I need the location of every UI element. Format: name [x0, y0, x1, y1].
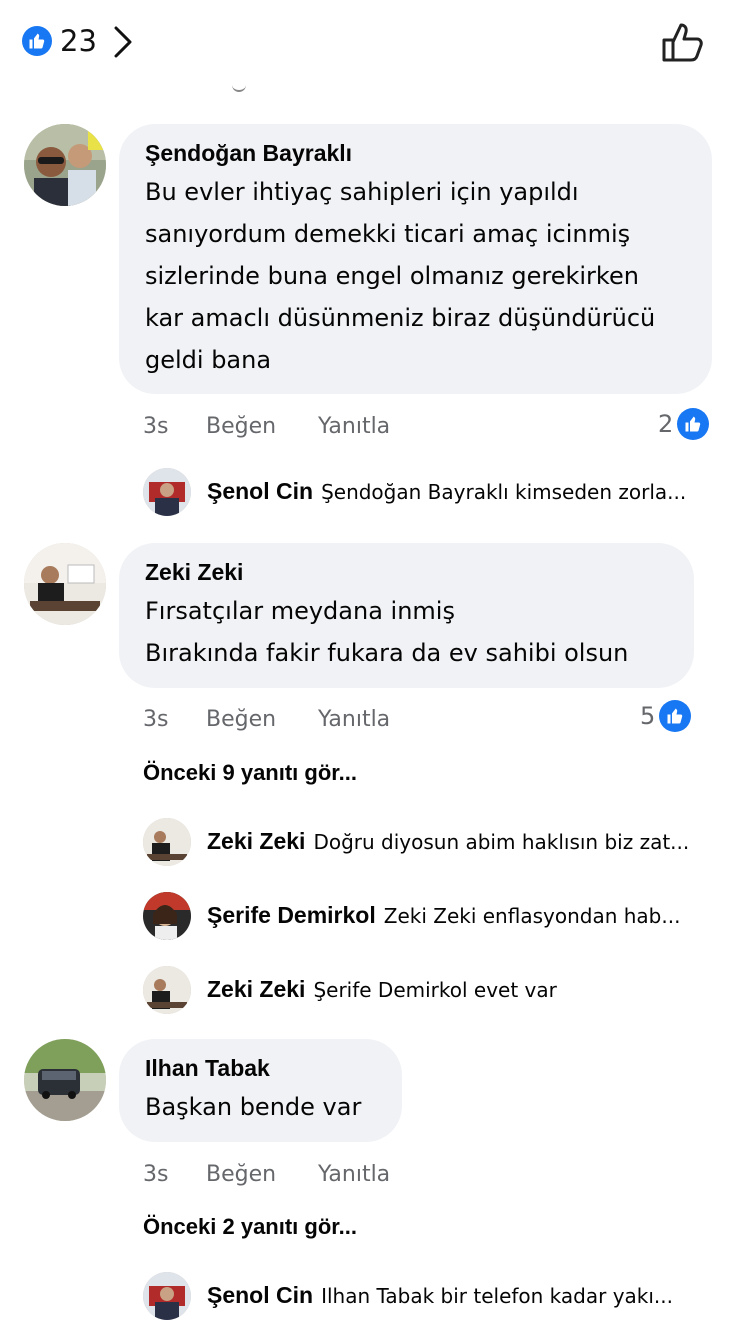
reply-author: Şerife Demirkol — [207, 902, 376, 928]
reaction-count: 2 — [658, 410, 674, 438]
reply-author: Zeki Zeki — [207, 976, 306, 1002]
reply-text: Şenol Cin Şendoğan Bayraklı kimseden zorl… — [207, 478, 687, 504]
reaction-count[interactable]: 23 — [60, 24, 97, 58]
reply-preview[interactable]: Şerife Demirkol Zeki Zeki enflasyondan ha… — [143, 892, 723, 942]
comment-author[interactable]: Şendoğan Bayraklı — [145, 140, 686, 167]
reply-author: Şenol Cin — [207, 478, 314, 504]
reply-author: Zeki Zeki — [207, 828, 306, 854]
avatar[interactable] — [24, 1039, 106, 1121]
like-icon — [659, 700, 692, 732]
reply-button[interactable]: Yanıtla — [318, 1162, 390, 1187]
avatar[interactable] — [24, 543, 106, 625]
comment-bubble[interactable]: Ilhan Tabak Başkan bende var — [119, 1039, 402, 1142]
reply-preview[interactable]: Zeki Zeki Şerife Demirkol evet var — [143, 966, 723, 1016]
comment-reactions[interactable]: 2 — [658, 408, 710, 440]
comment-time: 3s — [143, 707, 169, 732]
reply-text: Zeki Zeki Doğru diyosun abim haklısın biz… — [207, 828, 690, 854]
chevron-right-icon[interactable] — [112, 24, 134, 64]
reply-button[interactable]: Yanıtla — [318, 707, 390, 732]
reply-preview[interactable]: Zeki Zeki Doğru diyosun abim haklısın biz… — [143, 818, 723, 868]
like-reaction-icon[interactable] — [22, 26, 52, 56]
comment-time: 3s — [143, 414, 169, 439]
reply-preview[interactable]: Şenol Cin Şendoğan Bayraklı kimseden zorl… — [143, 468, 723, 518]
comment-reactions[interactable]: 5 — [640, 700, 692, 732]
comment-actions: 3s Beğen Yanıtla — [143, 414, 703, 444]
avatar[interactable] — [24, 124, 106, 206]
reaction-count: 5 — [640, 702, 656, 730]
comment-bubble[interactable]: Şendoğan Bayraklı Bu evler ihtiyaç sahip… — [119, 124, 712, 394]
reply-preview[interactable]: Şenol Cin Ilhan Tabak bir telefon kadar y… — [143, 1272, 723, 1322]
scroll-hint — [232, 84, 246, 92]
reply-text: Zeki Zeki Şerife Demirkol evet var — [207, 976, 557, 1002]
avatar[interactable] — [143, 1272, 191, 1320]
like-button[interactable]: Beğen — [206, 707, 276, 732]
previous-replies-link[interactable]: Önceki 9 yanıtı gör... — [143, 760, 357, 786]
comment-text: Bu evler ihtiyaç sahipleri için yapıldı … — [145, 178, 656, 374]
comment-bubble[interactable]: Zeki Zeki Fırsatçılar meydana inmiş Bıra… — [119, 543, 694, 688]
comment-author[interactable]: Zeki Zeki — [145, 559, 668, 586]
reply-button[interactable]: Yanıtla — [318, 414, 390, 439]
reply-author: Şenol Cin — [207, 1282, 314, 1308]
reactions-header: 23 — [0, 0, 737, 92]
comment-text: Fırsatçılar meydana inmiş Bırakında faki… — [145, 597, 629, 667]
comment-time: 3s — [143, 1162, 169, 1187]
reply-text: Şerife Demirkol Zeki Zeki enflasyondan ha… — [207, 902, 681, 928]
thumbs-up-outline-icon[interactable] — [660, 20, 706, 68]
previous-replies-link[interactable]: Önceki 2 yanıtı gör... — [143, 1214, 357, 1240]
comment-actions: 3s Beğen Yanıtla — [143, 1162, 703, 1192]
avatar[interactable] — [143, 818, 191, 866]
avatar[interactable] — [143, 966, 191, 1014]
comment-text: Başkan bende var — [145, 1093, 362, 1121]
comment-author[interactable]: Ilhan Tabak — [145, 1055, 376, 1082]
like-button[interactable]: Beğen — [206, 414, 276, 439]
like-button[interactable]: Beğen — [206, 1162, 276, 1187]
avatar[interactable] — [143, 892, 191, 940]
avatar[interactable] — [143, 468, 191, 516]
comment-actions: 3s Beğen Yanıtla — [143, 707, 703, 737]
reply-text: Şenol Cin Ilhan Tabak bir telefon kadar y… — [207, 1282, 674, 1308]
like-icon — [677, 408, 710, 440]
